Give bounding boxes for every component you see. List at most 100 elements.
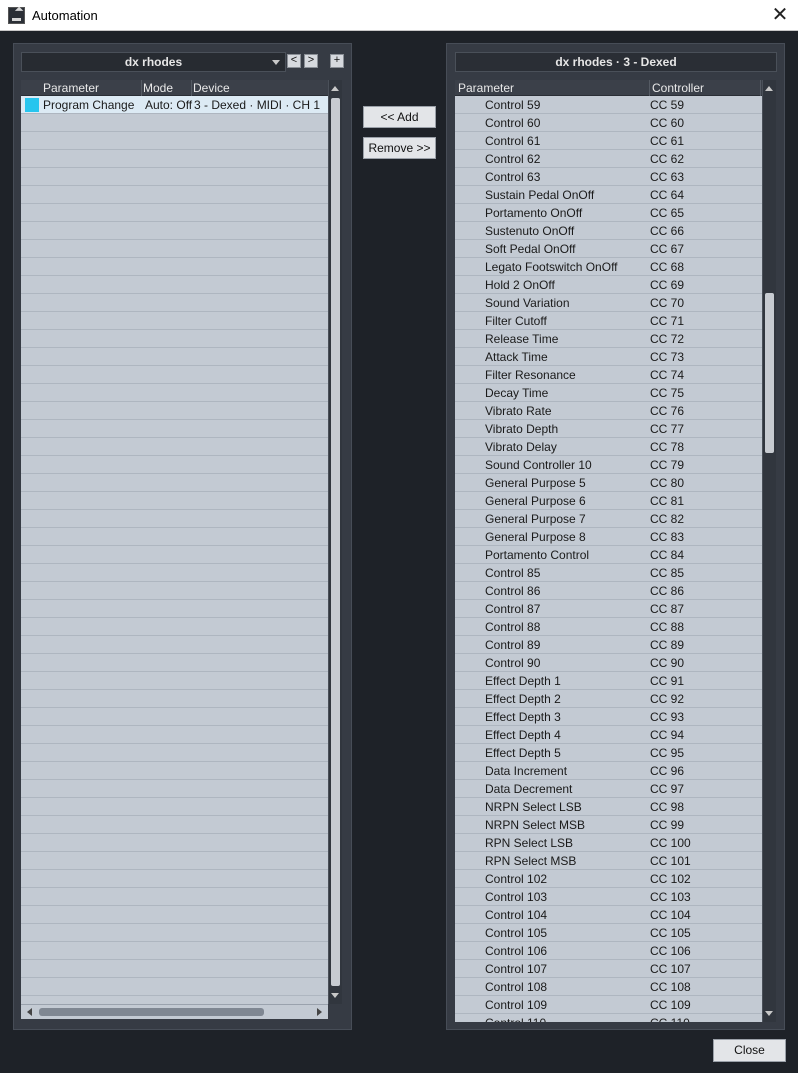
column-header-parameter[interactable]: Parameter xyxy=(43,81,99,95)
scrollbar-thumb[interactable] xyxy=(331,98,340,986)
table-row[interactable]: Control 59 CC 59 xyxy=(455,96,762,114)
column-header-mode[interactable]: Mode xyxy=(143,81,173,95)
color-swatch[interactable] xyxy=(25,98,39,112)
table-row[interactable]: Hold 2 OnOff CC 69 xyxy=(455,276,762,294)
table-row[interactable]: Vibrato Rate CC 76 xyxy=(455,402,762,420)
table-row[interactable]: Control 60 CC 60 xyxy=(455,114,762,132)
parameter-cell: Control 61 xyxy=(485,134,541,148)
table-row[interactable]: Vibrato Depth CC 77 xyxy=(455,420,762,438)
table-row[interactable]: Control 106 CC 106 xyxy=(455,942,762,960)
controller-cell: CC 72 xyxy=(650,332,685,346)
empty-row xyxy=(21,546,328,564)
table-row[interactable]: Sustain Pedal OnOff CC 64 xyxy=(455,186,762,204)
close-button[interactable]: Close xyxy=(713,1039,786,1062)
horizontal-scrollbar[interactable] xyxy=(21,1004,328,1019)
table-row[interactable]: Sustenuto OnOff CC 66 xyxy=(455,222,762,240)
table-row[interactable]: Effect Depth 1 CC 91 xyxy=(455,672,762,690)
table-row[interactable]: Effect Depth 4 CC 94 xyxy=(455,726,762,744)
empty-row xyxy=(21,870,328,888)
table-row[interactable]: Control 62 CC 62 xyxy=(455,150,762,168)
controller-cell: CC 90 xyxy=(650,656,685,670)
scroll-right-icon[interactable] xyxy=(317,1008,322,1016)
table-row[interactable]: Control 105 CC 105 xyxy=(455,924,762,942)
add-preset-button[interactable]: + xyxy=(330,54,344,68)
table-row[interactable]: Control 110 CC 110 xyxy=(455,1014,762,1022)
table-row[interactable]: Data Decrement CC 97 xyxy=(455,780,762,798)
table-row[interactable]: Effect Depth 5 CC 95 xyxy=(455,744,762,762)
empty-row xyxy=(21,564,328,582)
table-row[interactable]: Sound Variation CC 70 xyxy=(455,294,762,312)
table-row[interactable]: Vibrato Delay CC 78 xyxy=(455,438,762,456)
scroll-left-icon[interactable] xyxy=(27,1008,32,1016)
controller-cell: CC 59 xyxy=(650,98,685,112)
table-row[interactable]: Data Increment CC 96 xyxy=(455,762,762,780)
table-row[interactable]: RPN Select MSB CC 101 xyxy=(455,852,762,870)
scroll-up-icon[interactable] xyxy=(331,86,339,91)
preset-dropdown[interactable]: dx rhodes xyxy=(21,52,286,72)
table-row[interactable]: Control 86 CC 86 xyxy=(455,582,762,600)
table-row[interactable]: Control 61 CC 61 xyxy=(455,132,762,150)
table-row[interactable]: Control 90 CC 90 xyxy=(455,654,762,672)
column-header-parameter[interactable]: Parameter xyxy=(458,81,514,95)
column-divider[interactable] xyxy=(191,80,192,96)
scroll-up-icon[interactable] xyxy=(765,86,773,91)
table-row[interactable]: Filter Cutoff CC 71 xyxy=(455,312,762,330)
next-button[interactable]: > xyxy=(304,54,318,68)
table-row[interactable]: Release Time CC 72 xyxy=(455,330,762,348)
column-divider[interactable] xyxy=(141,80,142,96)
parameter-cell: Control 105 xyxy=(485,926,548,940)
table-row[interactable]: Attack Time CC 73 xyxy=(455,348,762,366)
column-divider[interactable] xyxy=(649,80,650,96)
table-row[interactable]: Control 85 CC 85 xyxy=(455,564,762,582)
table-row[interactable]: Control 109 CC 109 xyxy=(455,996,762,1014)
vertical-scrollbar[interactable] xyxy=(328,80,342,1004)
table-row[interactable]: Control 107 CC 107 xyxy=(455,960,762,978)
table-row[interactable]: General Purpose 5 CC 80 xyxy=(455,474,762,492)
scrollbar-thumb[interactable] xyxy=(39,1008,264,1016)
table-row[interactable]: Control 87 CC 87 xyxy=(455,600,762,618)
table-row[interactable]: Control 108 CC 108 xyxy=(455,978,762,996)
scroll-down-icon[interactable] xyxy=(765,1011,773,1016)
parameter-cell: Legato Footswitch OnOff xyxy=(485,260,618,274)
table-row[interactable]: General Purpose 6 CC 81 xyxy=(455,492,762,510)
close-icon[interactable]: ✕ xyxy=(768,4,792,26)
table-row[interactable]: Effect Depth 2 CC 92 xyxy=(455,690,762,708)
table-row[interactable]: Portamento Control CC 84 xyxy=(455,546,762,564)
table-row[interactable]: Decay Time CC 75 xyxy=(455,384,762,402)
add-button[interactable]: << Add xyxy=(363,106,436,128)
table-row[interactable]: Control 88 CC 88 xyxy=(455,618,762,636)
vertical-scrollbar[interactable] xyxy=(762,80,776,1022)
table-row[interactable]: NRPN Select LSB CC 98 xyxy=(455,798,762,816)
parameter-cell: Soft Pedal OnOff xyxy=(485,242,576,256)
table-row[interactable]: Effect Depth 3 CC 93 xyxy=(455,708,762,726)
table-row[interactable]: General Purpose 7 CC 82 xyxy=(455,510,762,528)
table-row[interactable]: NRPN Select MSB CC 99 xyxy=(455,816,762,834)
table-row[interactable]: Control 63 CC 63 xyxy=(455,168,762,186)
table-row[interactable]: Legato Footswitch OnOff CC 68 xyxy=(455,258,762,276)
table-row[interactable]: RPN Select LSB CC 100 xyxy=(455,834,762,852)
table-row[interactable]: Portamento OnOff CC 65 xyxy=(455,204,762,222)
column-header-controller[interactable]: Controller xyxy=(652,81,704,95)
table-row[interactable]: Filter Resonance CC 74 xyxy=(455,366,762,384)
title-bar: Automation ✕ xyxy=(0,0,798,31)
table-row[interactable]: Control 102 CC 102 xyxy=(455,870,762,888)
table-row[interactable]: General Purpose 8 CC 83 xyxy=(455,528,762,546)
controller-cell: CC 97 xyxy=(650,782,685,796)
empty-row xyxy=(21,762,328,780)
scroll-down-icon[interactable] xyxy=(331,993,339,998)
parameter-cell: Control 106 xyxy=(485,944,548,958)
controller-cell: CC 82 xyxy=(650,512,685,526)
table-row[interactable]: Control 104 CC 104 xyxy=(455,906,762,924)
table-row[interactable]: Soft Pedal OnOff CC 67 xyxy=(455,240,762,258)
prev-button[interactable]: < xyxy=(287,54,301,68)
table-row[interactable]: Control 103 CC 103 xyxy=(455,888,762,906)
column-header-device[interactable]: Device xyxy=(193,81,230,95)
table-row[interactable]: Program Change Auto: Off 3 - Dexed · MIDI … xyxy=(21,96,328,114)
scrollbar-thumb[interactable] xyxy=(765,293,774,453)
table-row[interactable]: Control 89 CC 89 xyxy=(455,636,762,654)
mode-cell[interactable]: Auto: Off xyxy=(145,98,192,112)
column-divider[interactable] xyxy=(760,80,761,96)
table-row[interactable]: Sound Controller 10 CC 79 xyxy=(455,456,762,474)
empty-row xyxy=(21,366,328,384)
remove-button[interactable]: Remove >> xyxy=(363,137,436,159)
